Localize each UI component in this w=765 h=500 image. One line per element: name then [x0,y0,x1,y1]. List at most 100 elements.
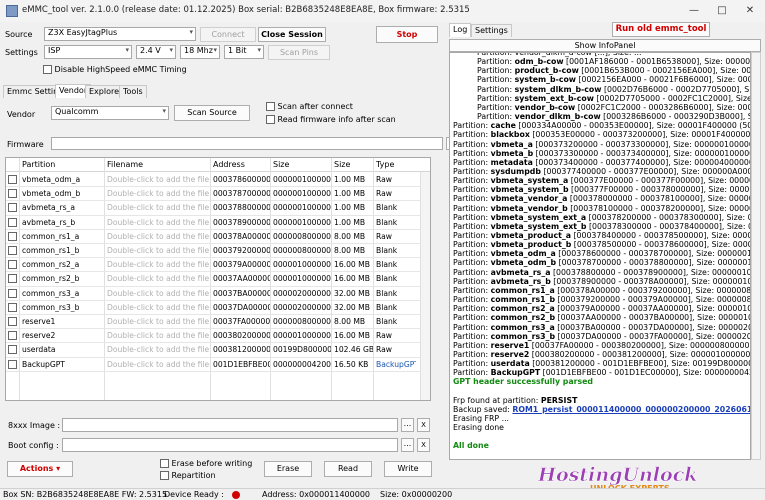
partition-size: 16.00 MB [334,274,370,284]
minimize-icon[interactable]: — [680,0,708,22]
row-checkbox[interactable] [8,189,17,199]
vendor-select[interactable]: Qualcomm ▾ [51,106,169,120]
close-session-button[interactable]: Close Session [258,27,326,42]
partition-filename[interactable]: Double-click to add the file [107,345,209,354]
partition-filename[interactable]: Double-click to add the file [107,232,209,241]
maximize-icon[interactable]: □ [708,0,736,22]
image-browse-button[interactable]: ... [401,418,414,432]
close-icon[interactable]: ✕ [736,0,764,22]
row-checkbox[interactable] [8,274,17,284]
partition-filename[interactable]: Double-click to add the file [107,317,209,326]
partition-type: Blank [376,288,398,298]
table-row[interactable]: vbmeta_odm_a Double-click to add the file… [6,173,421,188]
disable-highspeed-checkbox[interactable]: Disable HighSpeed eMMC Timing [43,65,187,74]
row-checkbox[interactable] [8,217,17,227]
backup-file-link[interactable]: ROM1_persist_000011400000_000000200000_2… [512,405,750,414]
table-row[interactable]: common_rs3_a Double-click to add the file… [6,287,421,301]
partition-filename[interactable]: Double-click to add the file [107,274,209,283]
read-firmware-label: Read firmware info after scan [277,115,396,124]
boot-config-browse-button[interactable]: ... [401,438,414,452]
device-ready-label: Device Ready : [164,490,224,499]
table-row[interactable]: common_rs1_a Double-click to add the file… [6,230,421,244]
mode-select[interactable]: ISP ▾ [44,45,132,59]
partition-size-hex: 000000100000 [273,189,331,199]
partition-filename[interactable]: Double-click to add the file [107,189,209,198]
tab-right-settings[interactable]: Settings [471,24,512,37]
partition-filename[interactable]: Double-click to add the file [107,331,209,340]
table-row[interactable]: vbmeta_odm_b Double-click to add the file… [6,187,421,202]
scan-after-connect-checkbox[interactable]: Scan after connect [266,102,353,111]
voltage-select[interactable]: 2.4 V ▾ [136,45,176,59]
boot-config-clear-button[interactable]: X [417,438,430,452]
partition-filename[interactable]: Double-click to add the file [107,360,209,369]
partition-address: 000379200000 [213,246,270,255]
row-checkbox[interactable] [8,359,17,369]
show-infopanel-button[interactable]: Show InfoPanel [449,39,761,52]
bus-width-value: 1 Bit [228,46,247,55]
tab-tools[interactable]: Tools [119,85,147,98]
partition-filename[interactable]: Double-click to add the file [107,289,209,298]
read-button[interactable]: Read [324,461,372,477]
table-row[interactable]: userdata Double-click to add the file 0003… [6,343,421,358]
table-row[interactable]: common_rs3_b Double-click to add the file… [6,301,421,315]
partition-filename[interactable]: Double-click to add the file [107,218,209,227]
erase-button[interactable]: Erase [264,461,312,477]
row-checkbox[interactable] [8,317,17,326]
partition-size-hex: 000000100000 [273,203,331,213]
size-status: Size: 0x00000200 [380,490,453,499]
connect-button[interactable]: Connect [200,27,256,42]
vendor-label: Vendor [7,110,36,119]
row-checkbox[interactable] [8,175,17,184]
table-row[interactable]: common_rs2_b Double-click to add the file… [6,272,421,287]
table-row[interactable]: avbmeta_rs_a Double-click to add the file… [6,201,421,216]
partition-address: 000379A00000 [213,260,270,270]
col-partition[interactable]: Partition [22,160,55,169]
table-row[interactable]: avbmeta_rs_b Double-click to add the file… [6,216,421,230]
bus-width-select[interactable]: 1 Bit ▾ [224,45,264,59]
row-checkbox[interactable] [8,246,17,255]
image-path-input[interactable] [62,418,398,432]
partition-filename[interactable]: Double-click to add the file [107,260,209,269]
row-checkbox[interactable] [8,345,17,355]
repartition-checkbox[interactable]: Repartition [160,471,216,480]
boot-config-input[interactable] [62,438,398,452]
row-checkbox[interactable] [8,231,17,241]
stop-button[interactable]: Stop [376,26,438,43]
col-address[interactable]: Address [213,160,245,169]
table-row[interactable]: common_rs1_b Double-click to add the file… [6,244,421,259]
partition-size: 1.00 MB [334,203,366,213]
row-checkbox[interactable] [8,331,17,341]
table-row[interactable]: reserve1 Double-click to add the file 0003… [6,315,421,330]
partition-filename[interactable]: Double-click to add the file [107,303,209,312]
row-checkbox[interactable] [8,203,17,213]
row-checkbox[interactable] [8,260,17,270]
partition-filename[interactable]: Double-click to add the file [107,175,209,184]
log-scrollbar[interactable] [751,52,761,460]
run-old-emmc-tool-button[interactable]: Run old emmc_tool [612,22,710,37]
col-type[interactable]: Type [376,160,394,169]
actions-button[interactable]: Actions ▾ [7,461,73,477]
table-row[interactable]: reserve2 Double-click to add the file 0003… [6,329,421,344]
partition-address: 000378700000 [213,189,270,199]
partition-type: Raw [376,345,392,355]
frequency-select[interactable]: 18 Mhz ▾ [180,45,220,59]
tab-log[interactable]: Log [449,23,472,37]
scan-pins-button[interactable]: Scan Pins [268,45,330,60]
erase-before-writing-checkbox[interactable]: Erase before writing [160,459,252,468]
partition-filename[interactable]: Double-click to add the file [107,203,209,212]
table-row[interactable]: common_rs2_a Double-click to add the file… [6,258,421,273]
image-clear-button[interactable]: X [417,418,430,432]
write-button[interactable]: Write [384,461,432,477]
table-scrollbar[interactable] [420,172,430,400]
scan-source-button[interactable]: Scan Source [174,105,250,121]
firmware-path-input[interactable] [51,137,443,150]
source-select[interactable]: Z3X EasyJtagPlus ▾ [44,27,196,41]
table-row[interactable]: BackupGPT Double-click to add the file 001… [6,358,421,372]
row-checkbox[interactable] [8,302,17,312]
col-size-hex[interactable]: Size [273,160,289,169]
read-firmware-checkbox[interactable]: Read firmware info after scan [266,115,396,124]
partition-filename[interactable]: Double-click to add the file [107,246,209,255]
row-checkbox[interactable] [8,288,17,298]
col-filename[interactable]: Filename [107,160,143,169]
col-size[interactable]: Size [334,160,350,169]
